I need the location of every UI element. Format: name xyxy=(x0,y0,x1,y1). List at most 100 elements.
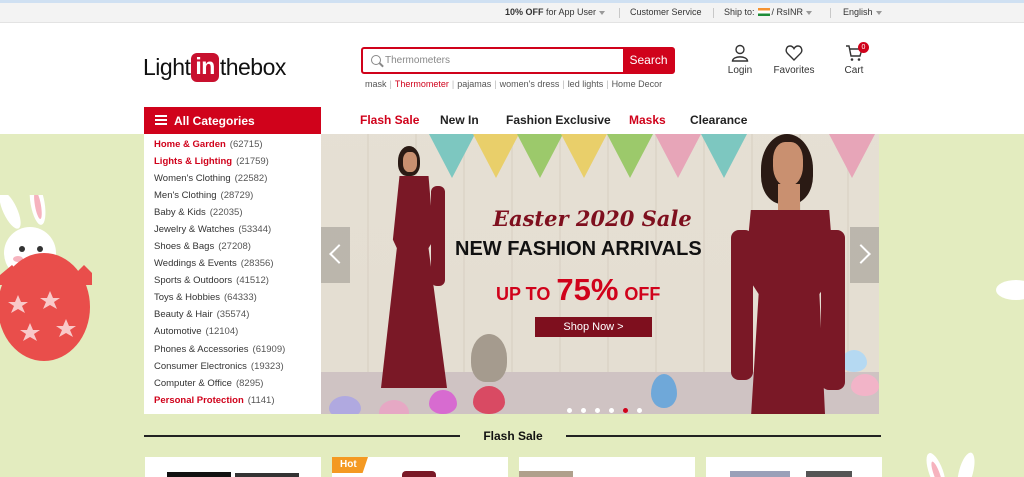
nav-fashion-exclusive[interactable]: Fashion Exclusive xyxy=(506,113,611,127)
search-box: Search xyxy=(361,47,675,74)
favorites-button[interactable]: Favorites xyxy=(766,44,822,76)
carousel-dot[interactable] xyxy=(609,408,614,413)
carousel-next-arrow[interactable] xyxy=(850,227,879,283)
category-item-phones-accessories[interactable]: Phones & Accessories (61909) xyxy=(154,344,285,355)
bunny-ears-decoration xyxy=(926,452,975,477)
product-card[interactable] xyxy=(145,457,321,477)
hot-word-link[interactable]: Thermometer xyxy=(395,79,449,89)
chevron-down-icon xyxy=(599,10,606,15)
customer-service-link[interactable]: Customer Service xyxy=(630,7,702,17)
category-item-computer-office[interactable]: Computer & Office (8295) xyxy=(154,378,263,389)
hot-word-link[interactable]: mask xyxy=(365,79,387,89)
hot-word-link[interactable]: led lights xyxy=(568,79,604,89)
category-name: Lights & Lighting xyxy=(154,156,233,167)
banner-script-title: Easter 2020 Sale xyxy=(493,206,692,231)
india-flag-icon xyxy=(757,8,770,16)
category-name: Baby & Kids xyxy=(154,207,206,218)
banner-headline: NEW FASHION ARRIVALS xyxy=(455,238,702,260)
category-count: (41512) xyxy=(236,275,269,286)
carousel-dot[interactable] xyxy=(581,408,586,413)
cart-button[interactable]: 0 Cart xyxy=(826,42,882,76)
all-categories-button[interactable]: All Categories xyxy=(144,107,321,134)
category-count: (62715) xyxy=(229,139,263,150)
category-name: Jewelry & Watches xyxy=(154,224,235,235)
model-right-face xyxy=(773,142,803,186)
carousel-dots xyxy=(567,400,651,414)
hero-banner[interactable]: Easter 2020 Sale NEW FASHION ARRIVALS UP… xyxy=(321,134,879,414)
carousel-dot-active[interactable] xyxy=(623,408,628,413)
easter-egg xyxy=(473,386,505,414)
category-sidebar: Home & Garden (62715) Lights & Lighting (2… xyxy=(144,134,321,414)
menu-icon xyxy=(155,115,167,125)
category-count: (28356) xyxy=(240,258,274,269)
category-name: Toys & Hobbies xyxy=(154,292,221,303)
category-item-weddings-events[interactable]: Weddings & Events (28356) xyxy=(154,258,273,269)
nav-masks[interactable]: Masks xyxy=(629,113,666,127)
hot-word-link[interactable]: women's dress xyxy=(500,79,560,89)
carousel-prev-arrow[interactable] xyxy=(321,227,350,283)
category-item-sports-outdoors[interactable]: Sports & Outdoors (41512) xyxy=(154,275,269,286)
category-item-jewelry-watches[interactable]: Jewelry & Watches (53344) xyxy=(154,224,271,235)
category-item-consumer-electronics[interactable]: Consumer Electronics (19323) xyxy=(154,361,284,372)
category-count: (1141) xyxy=(247,395,275,406)
pennant-decoration xyxy=(701,134,747,178)
product-card[interactable] xyxy=(706,457,882,477)
pennant-decoration xyxy=(517,134,563,178)
hot-badge: Hot xyxy=(332,457,368,473)
cloud-decoration xyxy=(996,280,1024,300)
model-right-neck xyxy=(778,184,800,214)
category-item-womens-clothing[interactable]: Women's Clothing (22582) xyxy=(154,173,267,184)
nav-flash-sale[interactable]: Flash Sale xyxy=(360,113,419,127)
logo-in-badge: in xyxy=(191,52,219,82)
category-item-home-garden[interactable]: Home & Garden (62715) xyxy=(154,139,263,150)
category-item-personal-protection[interactable]: Personal Protection (1141) xyxy=(154,395,275,406)
user-icon xyxy=(731,44,749,62)
category-count: (22582) xyxy=(234,173,268,184)
site-logo[interactable]: Light in thebox xyxy=(143,52,286,82)
category-item-beauty-hair[interactable]: Beauty & Hair (35574) xyxy=(154,309,249,320)
cart-label: Cart xyxy=(844,65,864,76)
product-image xyxy=(167,472,231,477)
shop-now-button[interactable]: Shop Now > xyxy=(535,317,652,337)
model-left-sleeve xyxy=(431,186,445,286)
category-name: Automotive xyxy=(154,326,202,337)
category-item-lights[interactable]: Lights & Lighting (21759) xyxy=(154,156,269,167)
sale-percent: 75% xyxy=(556,272,619,307)
search-button[interactable]: Search xyxy=(623,47,674,74)
category-item-baby-kids[interactable]: Baby & Kids (22035) xyxy=(154,207,243,218)
ship-to-selector[interactable]: Ship to: / RsINR xyxy=(724,7,813,17)
hot-word-link[interactable]: Home Decor xyxy=(612,79,663,89)
category-name: Men's Clothing xyxy=(154,190,217,201)
category-count: (19323) xyxy=(250,361,284,372)
language-selector[interactable]: English xyxy=(843,7,882,17)
nav-new-in[interactable]: New In xyxy=(440,113,479,127)
category-name: Weddings & Events xyxy=(154,258,237,269)
search-icon xyxy=(371,55,381,65)
pennant-decoration xyxy=(561,134,607,178)
app-promo[interactable]: 10% OFF for App User xyxy=(505,7,606,17)
search-input[interactable] xyxy=(385,51,621,70)
category-name: Consumer Electronics xyxy=(154,361,247,372)
model-right-sleeve xyxy=(821,230,845,390)
login-button[interactable]: Login xyxy=(712,44,768,76)
category-count: (8295) xyxy=(235,378,264,389)
category-item-mens-clothing[interactable]: Men's Clothing (28729) xyxy=(154,190,253,201)
category-name: Women's Clothing xyxy=(154,173,231,184)
category-name: Sports & Outdoors xyxy=(154,275,233,286)
easter-egg xyxy=(329,396,361,414)
divider: | xyxy=(494,79,497,89)
product-card[interactable] xyxy=(519,457,695,477)
category-name: Shoes & Bags xyxy=(154,241,215,252)
carousel-dot[interactable] xyxy=(567,408,572,413)
favorites-label: Favorites xyxy=(773,65,815,76)
nav-clearance[interactable]: Clearance xyxy=(690,113,747,127)
carousel-dot[interactable] xyxy=(637,408,642,413)
category-item-shoes-bags[interactable]: Shoes & Bags (27208) xyxy=(154,241,251,252)
app-promo-text: for App User xyxy=(546,7,597,17)
easter-egg xyxy=(851,374,879,396)
carousel-dot[interactable] xyxy=(595,408,600,413)
hot-word-link[interactable]: pajamas xyxy=(457,79,491,89)
category-item-toys-hobbies[interactable]: Toys & Hobbies (64333) xyxy=(154,292,257,303)
category-item-automotive[interactable]: Automotive (12104) xyxy=(154,326,238,337)
currency-label: RsINR xyxy=(776,7,804,17)
